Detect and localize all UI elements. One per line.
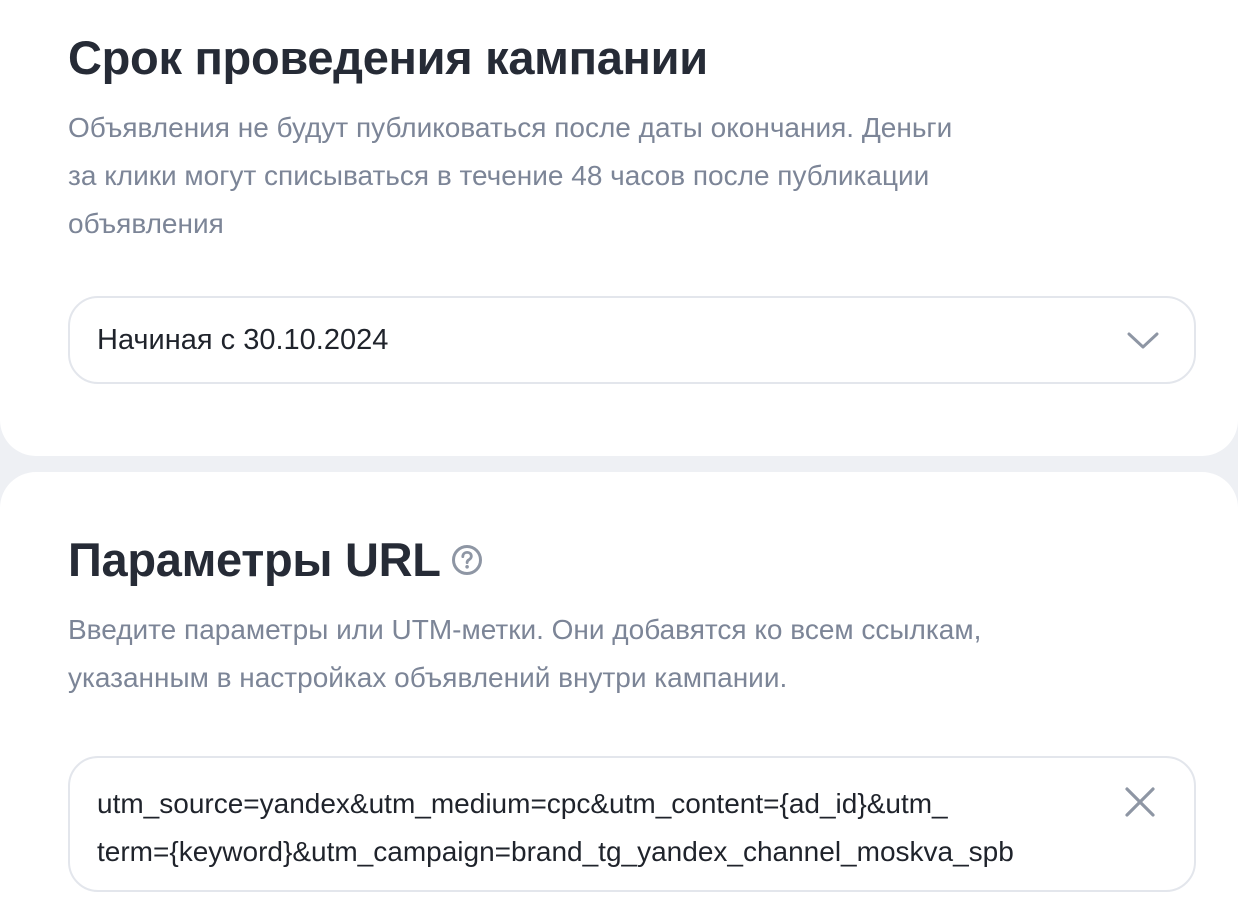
- url-params-input-value[interactable]: utm_source=yandex&utm_medium=cpc&utm_con…: [97, 780, 1127, 876]
- description-line: Объявления не будут публиковаться после …: [68, 112, 953, 143]
- input-value-line: term={keyword}&utm_campaign=brand_tg_yan…: [97, 836, 1014, 867]
- campaign-period-select-value: Начиная с 30.10.2024: [97, 324, 389, 356]
- url-params-description: Введите параметры или UTM-метки. Они доб…: [68, 606, 981, 702]
- url-params-input[interactable]: utm_source=yandex&utm_medium=cpc&utm_con…: [68, 756, 1196, 892]
- campaign-period-select[interactable]: Начиная с 30.10.2024: [68, 296, 1196, 384]
- url-params-title: Параметры URL: [68, 533, 441, 586]
- input-value-line: utm_source=yandex&utm_medium=cpc&utm_con…: [97, 788, 948, 819]
- campaign-period-title: Срок проведения кампании: [68, 31, 708, 84]
- close-icon[interactable]: [1122, 784, 1158, 820]
- description-line: указанным в настройках объявлений внутри…: [68, 662, 788, 693]
- campaign-period-description: Объявления не будут публиковаться после …: [68, 104, 952, 248]
- campaign-period-section: Срок проведения кампании Объявления не б…: [0, 0, 1238, 456]
- description-line: Введите параметры или UTM-метки. Они доб…: [68, 614, 982, 645]
- question-circle-icon[interactable]: [451, 544, 483, 576]
- description-line: объявления: [68, 208, 224, 239]
- chevron-down-icon[interactable]: [1126, 326, 1160, 354]
- description-line: за клики могут списываться в течение 48 …: [68, 160, 930, 191]
